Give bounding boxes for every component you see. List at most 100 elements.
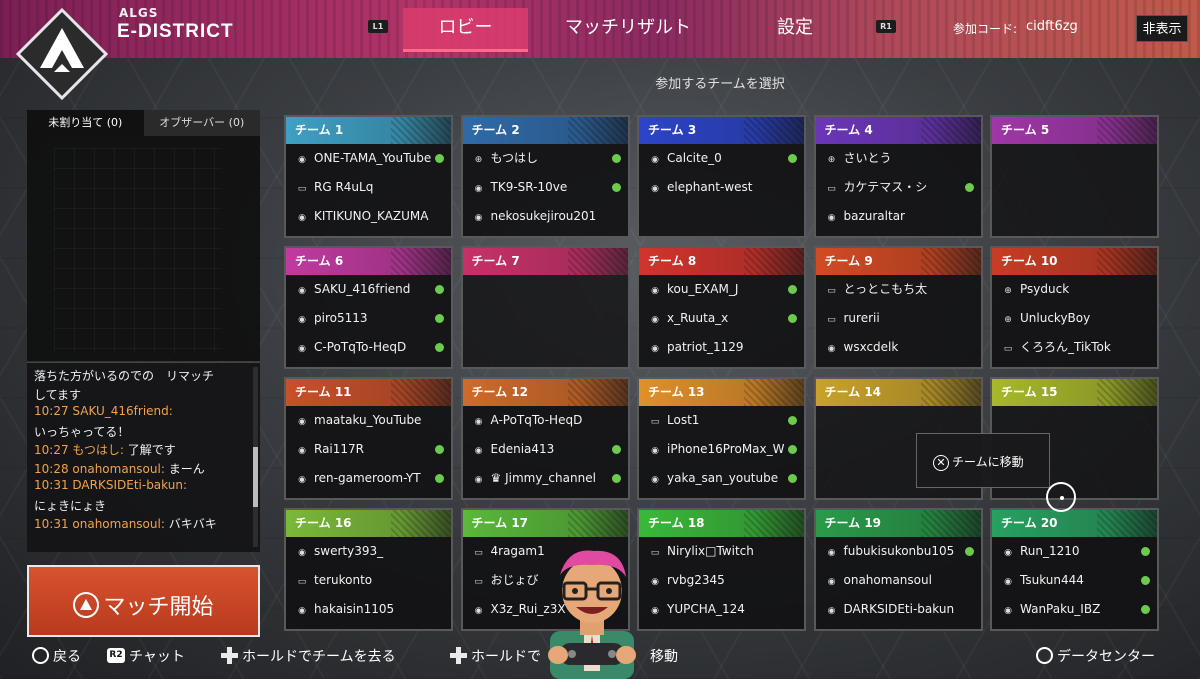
player-row[interactable]: ▭ くろろん_TikTok xyxy=(992,333,1157,362)
team-card[interactable]: チーム 20 ◉ Run_1210 ◉ Tsukun444 ◉ WanPaku_IBZ xyxy=(990,508,1159,631)
player-row[interactable]: ◉ ♛ Jimmy_channel xyxy=(463,464,628,493)
player-row[interactable]: ◉ YUPCHA_124 xyxy=(639,595,804,624)
player-row[interactable]: ▭ rurerii xyxy=(816,304,981,333)
team-card[interactable]: チーム 1 ◉ ONE-TAMA_YouTube ▭ RG R4uLq ◉ KITIKUNO… xyxy=(284,115,453,238)
player-row[interactable]: ◉ kou_EXAM_J xyxy=(639,275,804,304)
player-row[interactable]: ▭ とっとこもち太 xyxy=(816,275,981,304)
player-row[interactable]: ◉ ren-gameroom-YT xyxy=(286,464,451,493)
player-row[interactable]: ▭ terukonto xyxy=(286,566,451,595)
team-card[interactable]: チーム 18 ▭ Nirylix□Twitch ◉ rvbg2345 ◉ YUPCHA_12… xyxy=(637,508,806,631)
team-card[interactable]: チーム 10 ⊕ Psyduck ⊕ UnluckyBoy ▭ くろろん_TikTok xyxy=(990,246,1159,369)
chat-panel[interactable]: 落ちた方がいるのでの リマッチ してます 10:27 SAKU_416friend:… xyxy=(27,362,260,552)
player-row[interactable]: ◉ patriot_1129 xyxy=(639,333,804,362)
tab-lobby[interactable]: ロビー xyxy=(403,8,528,52)
player-row[interactable]: ▭ RG R4uLq xyxy=(286,173,451,202)
player-row[interactable]: ◉ Edenia413 xyxy=(463,435,628,464)
player-row[interactable]: ◉ KITIKUNO_KAZUMA xyxy=(286,202,451,231)
team-card[interactable]: チーム 5 xyxy=(990,115,1159,238)
team-card[interactable]: チーム 19 ◉ fubukisukonbu105 ◉ onahomansoul ◉ DAR… xyxy=(813,508,983,631)
ready-status-icon xyxy=(611,474,621,483)
context-menu[interactable]: ✕ チームに移動 xyxy=(916,433,1050,488)
player-row[interactable]: ◉ rvbg2345 xyxy=(639,566,804,595)
footer-move[interactable]: 移動 xyxy=(650,646,678,666)
team-card[interactable]: チーム 9 ▭ とっとこもち太 ▭ rurerii ◉ wsxcdelk xyxy=(813,246,983,369)
player-row[interactable]: ◉ swerty393_ xyxy=(286,537,451,566)
footer-back[interactable]: 戻る xyxy=(32,646,81,666)
footer-datacenter[interactable]: データセンター xyxy=(1036,646,1155,666)
player-name: くろろん_TikTok xyxy=(1020,340,1111,354)
chat-text: 了解です xyxy=(123,443,176,457)
footer-chat[interactable]: R2 チャット xyxy=(107,646,185,666)
team-card[interactable]: チーム 11 ◉ maataku_YouTube ◉ Rai117R ◉ ren-gamer… xyxy=(284,377,453,500)
player-row[interactable]: ◉ nekosukejirou201 xyxy=(463,202,628,231)
ready-status-icon xyxy=(435,445,444,454)
player-row[interactable]: ◉ DARKSIDEti-bakun xyxy=(816,595,981,624)
tab-settings[interactable]: 設定 xyxy=(755,8,835,52)
player-row[interactable]: ◉ Tsukun444 xyxy=(992,566,1157,595)
player-row[interactable]: ◉ Run_1210 xyxy=(992,537,1157,566)
player-row[interactable]: ◉ bazuraltar xyxy=(816,202,981,231)
player-row[interactable]: ◉ iPhone16ProMax_W xyxy=(639,435,804,464)
player-name: ONE-TAMA_YouTube xyxy=(314,151,432,165)
player-row[interactable]: ◉ C-PoTqTo-HeqD xyxy=(286,333,451,362)
team-name: チーム 11 xyxy=(286,379,451,406)
footer-hold[interactable]: ホールドで xyxy=(450,646,541,666)
player-row[interactable]: ◉ TK9-SR-10ve xyxy=(463,173,628,202)
tab-match-result[interactable]: マッチリザルト xyxy=(548,8,708,52)
team-card[interactable]: チーム 16 ◉ swerty393_ ▭ terukonto ◉ hakaisin1105 xyxy=(284,508,453,631)
player-row[interactable]: ◉ fubukisukonbu105 xyxy=(816,537,981,566)
footer-leave-team[interactable]: ホールドでチームを去る xyxy=(221,646,396,666)
team-name: チーム 10 xyxy=(992,248,1157,275)
pc-platform-icon: ▭ xyxy=(650,417,660,427)
team-card[interactable]: チーム 2 ⊕ もつはし ◉ TK9-SR-10ve ◉ nekosukejirou201 xyxy=(460,115,630,238)
apex-platform-icon: ◉ xyxy=(651,577,659,587)
player-row[interactable]: ◉ x_Ruuta_x xyxy=(639,304,804,333)
chat-scrollbar[interactable] xyxy=(253,367,258,547)
player-row[interactable]: ◉ Rai117R xyxy=(286,435,451,464)
player-name: Psyduck xyxy=(1020,282,1070,296)
apex-platform-icon: ◉ xyxy=(298,475,306,485)
ready-status-icon xyxy=(611,183,621,192)
tab-unassigned[interactable]: 未割り当て (0) xyxy=(27,110,144,136)
player-row[interactable]: ⊕ Psyduck xyxy=(992,275,1157,304)
player-row[interactable]: ◉ wsxcdelk xyxy=(816,333,981,362)
player-row[interactable]: ⊕ もつはし xyxy=(463,144,628,173)
chat-author: 10:27 SAKU_416friend: xyxy=(34,404,173,418)
pc-platform-icon: ▭ xyxy=(297,184,307,194)
chat-scroll-thumb[interactable] xyxy=(253,447,258,507)
player-row[interactable]: ⊕ さいとう xyxy=(816,144,981,173)
player-row[interactable]: ◉ WanPaku_IBZ xyxy=(992,595,1157,624)
player-row[interactable]: ◉ A-PoTqTo-HeqD xyxy=(463,406,628,435)
player-row[interactable]: ◉ SAKU_416friend xyxy=(286,275,451,304)
player-row[interactable]: ⊕ UnluckyBoy xyxy=(992,304,1157,333)
player-row[interactable]: ◉ piro5113 xyxy=(286,304,451,333)
tab-observer[interactable]: オブザーバー (0) xyxy=(143,110,260,136)
player-row[interactable]: ◉ yaka_san_youtube xyxy=(639,464,804,493)
player-row[interactable]: ▭ Nirylix□Twitch xyxy=(639,537,804,566)
start-match-button[interactable]: マッチ開始 xyxy=(27,565,260,637)
team-card[interactable]: チーム 6 ◉ SAKU_416friend ◉ piro5113 ◉ C-PoTqTo-H… xyxy=(284,246,453,369)
team-card[interactable]: チーム 3 ◉ Calcite_0 ◉ elephant-west xyxy=(637,115,806,238)
team-card[interactable]: チーム 8 ◉ kou_EXAM_J ◉ x_Ruuta_x ◉ patriot_1129 xyxy=(637,246,806,369)
player-row[interactable]: ◉ maataku_YouTube xyxy=(286,406,451,435)
team-card[interactable]: チーム 7 xyxy=(460,246,630,369)
ready-status-icon xyxy=(788,154,797,163)
join-code-value: cidft6zg xyxy=(1026,19,1078,34)
player-row[interactable]: ◉ ONE-TAMA_YouTube xyxy=(286,144,451,173)
apex-platform-icon: ◉ xyxy=(651,315,659,325)
apex-platform-icon: ◉ xyxy=(827,548,836,558)
player-row[interactable]: ◉ onahomansoul xyxy=(816,566,981,595)
footer-datacenter-label: データセンター xyxy=(1057,649,1155,665)
ready-status-icon xyxy=(1141,576,1150,585)
apex-platform-icon: ◉ xyxy=(474,475,483,485)
team-card[interactable]: チーム 12 ◉ A-PoTqTo-HeqD ◉ Edenia413 ◉ ♛ Jimmy_c… xyxy=(460,377,630,500)
hide-button[interactable]: 非表示 xyxy=(1136,15,1188,42)
player-row[interactable]: ◉ elephant-west xyxy=(639,173,804,202)
team-card[interactable]: チーム 13 ▭ Lost1 ◉ iPhone16ProMax_W ◉ yaka_san_y… xyxy=(637,377,806,500)
player-row[interactable]: ◉ hakaisin1105 xyxy=(286,595,451,624)
player-row[interactable]: ▭ カケテマス・シ xyxy=(816,173,981,202)
footer-leave-label: ホールドでチームを去る xyxy=(242,649,396,665)
team-card[interactable]: チーム 4 ⊕ さいとう ▭ カケテマス・シ ◉ bazuraltar xyxy=(813,115,983,238)
player-row[interactable]: ▭ Lost1 xyxy=(639,406,804,435)
player-row[interactable]: ◉ Calcite_0 xyxy=(639,144,804,173)
